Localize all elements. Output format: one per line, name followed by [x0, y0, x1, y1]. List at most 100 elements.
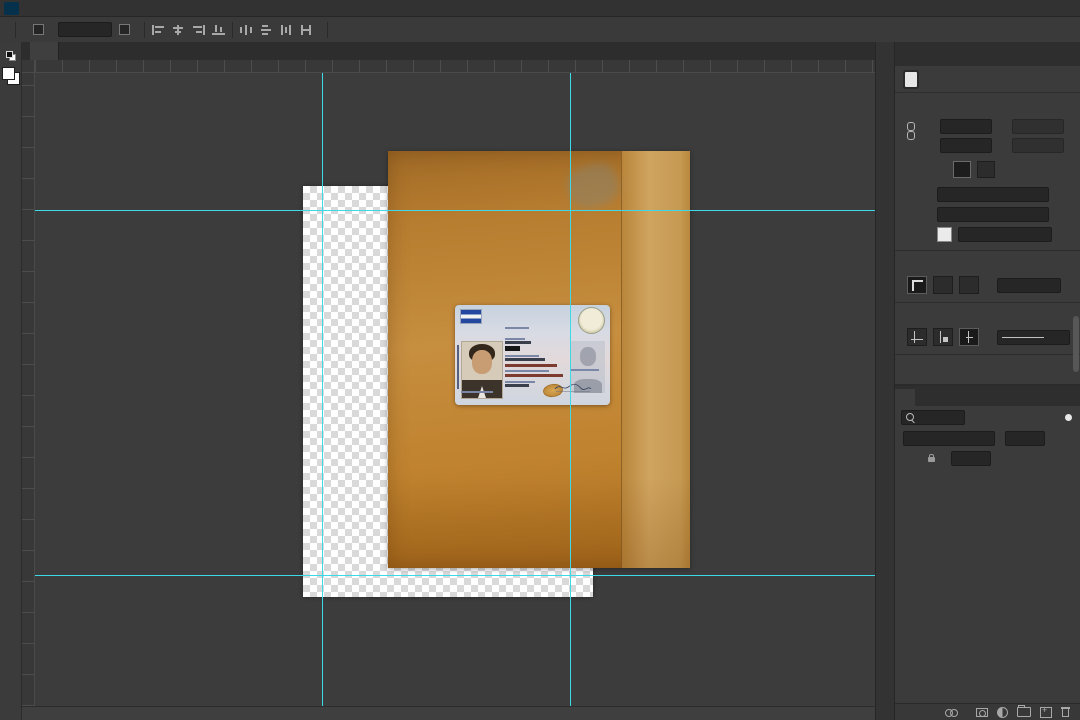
filter-toggle-icon[interactable] — [1065, 414, 1072, 421]
field-label-bar — [505, 327, 529, 329]
ghost-head — [580, 347, 596, 366]
field-label-bar — [505, 381, 535, 383]
layers-tab[interactable] — [895, 389, 915, 406]
align-left-icon[interactable] — [152, 25, 165, 35]
fill-row — [905, 227, 1070, 242]
rulers-grids-buttons — [907, 276, 1070, 294]
distribute-vertical-icon[interactable] — [260, 25, 273, 35]
link-layers-icon[interactable] — [945, 709, 958, 716]
width-field[interactable] — [940, 119, 992, 134]
scrollbar-thumb[interactable] — [1073, 316, 1079, 372]
fill-dropdown[interactable] — [951, 451, 991, 466]
vertical-ruler[interactable] — [22, 73, 35, 706]
lock-row — [895, 448, 1080, 468]
dark-field-block — [505, 346, 520, 351]
main-workspace — [0, 42, 1080, 720]
link-dimensions-icon[interactable] — [907, 122, 915, 140]
paper-shadow — [388, 478, 690, 568]
foreground-background-swatches[interactable] — [2, 67, 20, 85]
filter-kind-dropdown[interactable] — [901, 410, 965, 425]
field-value-bar — [505, 384, 529, 387]
bit-depth-dropdown[interactable] — [937, 207, 1049, 222]
field-value-bar-red — [505, 364, 557, 367]
menu-bar — [0, 0, 1080, 17]
height-field[interactable] — [940, 138, 992, 153]
field-label-bar — [461, 391, 493, 393]
coat-of-arms — [578, 307, 605, 334]
divider — [895, 302, 1080, 303]
canvas-section-header[interactable] — [905, 95, 1070, 115]
right-panels — [895, 42, 1080, 720]
adjustment-layer-icon[interactable] — [997, 707, 1008, 718]
photoshop-app — [0, 0, 1080, 720]
clear-guides-icon — [963, 331, 975, 343]
fill-dropdown[interactable] — [958, 227, 1052, 242]
document-tab-bar — [22, 42, 875, 60]
guide-style-dropdown[interactable] — [997, 330, 1070, 345]
toggle-rulers-button[interactable] — [907, 276, 927, 294]
opacity-dropdown[interactable] — [1005, 431, 1045, 446]
photoshop-logo[interactable] — [4, 2, 19, 15]
distribute-left-icon[interactable] — [280, 25, 293, 35]
quick-actions-section-header[interactable] — [905, 357, 1070, 377]
align-center-horizontal-icon[interactable] — [172, 25, 185, 35]
divider — [895, 250, 1080, 251]
guides-section-header[interactable] — [905, 305, 1070, 325]
layers-panel-header — [895, 386, 1080, 406]
portrait-orientation-button[interactable] — [953, 161, 971, 178]
search-icon — [906, 413, 914, 421]
toggle-guides-button[interactable] — [907, 328, 927, 346]
rulers-grids-section-header[interactable] — [905, 253, 1070, 273]
status-bar — [22, 706, 875, 720]
align-top-icon[interactable] — [212, 25, 225, 35]
distribute-center-icon[interactable] — [300, 25, 313, 35]
blend-mode-dropdown[interactable] — [903, 431, 995, 446]
toggle-pixel-grid-button[interactable] — [959, 276, 979, 294]
horizontal-ruler[interactable] — [35, 60, 875, 73]
foreground-color-swatch[interactable] — [2, 67, 15, 80]
height-row — [925, 138, 1070, 153]
bit-depth-row — [937, 207, 1070, 222]
default-colors-icon[interactable] — [6, 51, 16, 61]
divider — [895, 354, 1080, 355]
options-bar — [0, 17, 1080, 43]
blend-mode-row — [895, 428, 1080, 448]
horizontal-guide[interactable] — [35, 575, 875, 576]
new-group-icon[interactable] — [1017, 707, 1031, 717]
layers-panel — [895, 386, 1080, 720]
auto-select-target-dropdown[interactable] — [58, 22, 112, 37]
new-layer-icon[interactable] — [1040, 707, 1052, 718]
document-icon — [905, 72, 917, 87]
ruler-units-dropdown[interactable] — [997, 278, 1061, 293]
horizontal-guide[interactable] — [35, 210, 875, 211]
vertical-guide[interactable] — [570, 73, 571, 706]
mode-row — [905, 187, 1070, 202]
panel-dock — [875, 42, 895, 720]
clear-guides-button[interactable] — [959, 328, 979, 346]
landscape-orientation-button[interactable] — [977, 161, 995, 178]
show-transform-checkbox[interactable] — [119, 24, 130, 35]
toggle-grid-button[interactable] — [933, 276, 953, 294]
color-mode-dropdown[interactable] — [937, 187, 1049, 202]
document-tab[interactable] — [30, 42, 59, 60]
distribute-horizontal-icon[interactable] — [240, 25, 253, 35]
delete-layer-icon[interactable] — [1061, 707, 1070, 717]
lock-guides-button[interactable] — [933, 328, 953, 346]
auto-select-checkbox[interactable] — [33, 24, 44, 35]
field-label-bar — [505, 370, 549, 372]
guides-buttons — [907, 328, 1070, 346]
y-field — [1012, 138, 1064, 153]
document-properties-header — [895, 66, 1080, 93]
panel-tabs — [895, 42, 1080, 66]
fill-swatch[interactable] — [937, 227, 952, 242]
vertical-guide[interactable] — [322, 73, 323, 706]
guide-line-sample — [1002, 337, 1044, 338]
face — [472, 350, 492, 374]
el-salvador-flag — [460, 309, 482, 324]
orientation-buttons — [953, 161, 1070, 178]
align-right-icon[interactable] — [192, 25, 205, 35]
lock-all-icon[interactable] — [928, 457, 935, 462]
field-value-bar-red — [505, 374, 563, 377]
add-layer-mask-icon[interactable] — [976, 708, 988, 717]
canvas[interactable] — [35, 73, 875, 706]
